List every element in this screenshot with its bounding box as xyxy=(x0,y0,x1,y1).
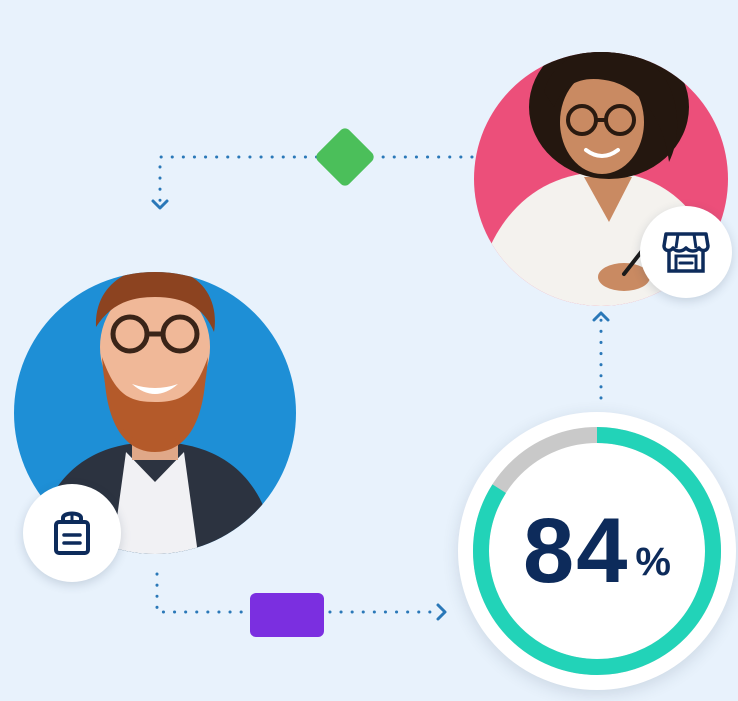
storefront-icon xyxy=(662,232,710,273)
seller-badge xyxy=(640,206,732,298)
progress-gauge: 84 % xyxy=(458,412,736,690)
progress-value: 84 xyxy=(523,500,630,602)
diamond-node xyxy=(316,128,374,186)
rectangle-node xyxy=(250,593,324,637)
arrow-right-icon xyxy=(436,603,447,621)
arrow-down-icon xyxy=(151,199,169,210)
connector-top xyxy=(158,155,474,204)
buyer-badge xyxy=(23,484,121,582)
progress-unit: % xyxy=(635,539,671,584)
progress-label: 84 % xyxy=(458,412,736,690)
shopping-bag-icon xyxy=(54,511,90,555)
